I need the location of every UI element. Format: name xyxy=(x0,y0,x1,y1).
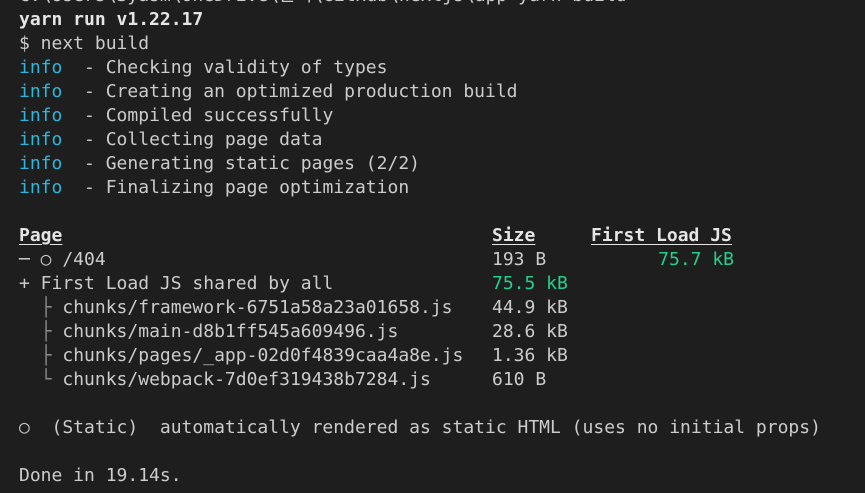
tree-end-icon: └ xyxy=(40,369,52,390)
chunk-name: chunks/framework-6751a58a23a01658.js xyxy=(62,297,453,318)
chunk-row: └ chunks/webpack-7d0ef319438b7284.js 610… xyxy=(19,368,865,392)
tree-branch-icon: ├ xyxy=(40,345,52,366)
first-load-column-header: First Load JS xyxy=(591,225,732,246)
info-tag: info xyxy=(19,81,63,102)
route-first-load: 75.7 kB xyxy=(658,249,734,270)
info-message: - Creating an optimized production build xyxy=(84,81,518,102)
chunk-name: chunks/webpack-7d0ef319438b7284.js xyxy=(62,369,431,390)
chunk-size: 28.6 kB xyxy=(492,321,568,342)
chunk-row: ├ chunks/pages/_app-02d0f4839caa4a8e.js … xyxy=(19,344,865,368)
chunk-row: ├ chunks/main-d8b1ff545a609496.js 28.6 k… xyxy=(19,320,865,344)
shared-size: 75.5 kB xyxy=(492,273,568,294)
info-tag: info xyxy=(19,105,63,126)
chunk-row: ├ chunks/framework-6751a58a23a01658.js 4… xyxy=(19,296,865,320)
command-line: $ next build xyxy=(19,33,150,54)
info-tag: info xyxy=(19,177,63,198)
info-tag: info xyxy=(19,57,63,78)
tree-branch-icon: ├ xyxy=(40,321,52,342)
route-404: ─ ○ /404 xyxy=(19,249,106,270)
info-line: info - Finalizing page optimization xyxy=(19,176,865,200)
chunk-size: 1.36 kB xyxy=(492,345,568,366)
yarn-version-line: yarn run v1.22.17 xyxy=(19,9,204,30)
page-column-header: Page xyxy=(19,225,63,246)
done-line: Done in 19.14s. xyxy=(19,465,182,486)
table-row: ─ ○ /404 193 B 75.7 kB xyxy=(19,248,865,272)
chunk-size: 610 B xyxy=(492,369,547,390)
info-line: info - Compiled successfully xyxy=(19,104,865,128)
tree-branch-icon: ├ xyxy=(40,297,52,318)
info-tag: info xyxy=(19,153,63,174)
table-header: Page Size First Load JS xyxy=(19,224,865,248)
info-message: - Compiled successfully xyxy=(84,105,334,126)
info-tag: info xyxy=(19,129,63,150)
chunk-name: chunks/main-d8b1ff545a609496.js xyxy=(62,321,399,342)
info-message: - Collecting page data xyxy=(84,129,323,150)
chunk-size: 44.9 kB xyxy=(492,297,568,318)
terminal-output[interactable]: C:\Users\Syasm\OneDrive\문서\GitHub\nextjs… xyxy=(19,0,865,488)
route-size: 193 B xyxy=(492,249,547,270)
chunk-name: chunks/pages/_app-02d0f4839caa4a8e.js xyxy=(62,345,464,366)
info-line: info - Collecting page data xyxy=(19,128,865,152)
info-line: info - Generating static pages (2/2) xyxy=(19,152,865,176)
info-message: - Checking validity of types xyxy=(84,57,388,78)
static-legend: ○ (Static) automatically rendered as sta… xyxy=(19,417,821,438)
info-line: info - Checking validity of types xyxy=(19,56,865,80)
path-line: C:\Users\Syasm\OneDrive\문서\GitHub\nextjs… xyxy=(19,0,865,8)
info-line: info - Creating an optimized production … xyxy=(19,80,865,104)
table-row: + First Load JS shared by all 75.5 kB xyxy=(19,272,865,296)
info-message: - Generating static pages (2/2) xyxy=(84,153,420,174)
shared-label: + First Load JS shared by all xyxy=(19,273,334,294)
info-message: - Finalizing page optimization xyxy=(84,177,410,198)
size-column-header: Size xyxy=(492,225,536,246)
